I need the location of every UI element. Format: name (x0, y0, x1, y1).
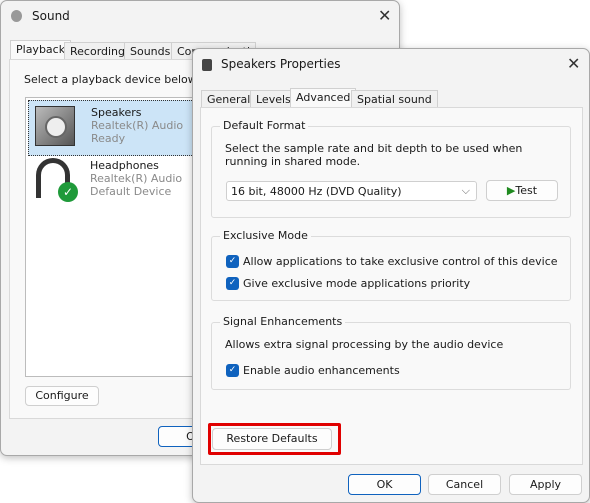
window-title: Speakers Properties (221, 57, 341, 71)
default-check-icon: ✓ (58, 182, 78, 202)
checkbox-checked-icon: ✓ (226, 364, 239, 377)
advanced-panel: Default Format Select the sample rate an… (200, 107, 583, 465)
device-status: Ready (91, 132, 126, 145)
checkbox-checked-icon: ✓ (226, 255, 239, 268)
checkbox-label: Enable audio enhancements (243, 364, 400, 377)
exclusive-priority-checkbox[interactable]: ✓ Give exclusive mode applications priori… (226, 277, 470, 290)
speaker-icon (35, 106, 75, 146)
speaker-app-icon (202, 59, 212, 71)
tab-general[interactable]: General (201, 90, 257, 107)
cancel-button[interactable]: Cancel (428, 474, 501, 495)
tab-sounds[interactable]: Sounds (124, 42, 177, 59)
checkbox-checked-icon: ✓ (226, 277, 239, 290)
group-label: Signal Enhancements (220, 315, 346, 328)
device-driver: Realtek(R) Audio (91, 119, 184, 132)
configure-button[interactable]: Configure (25, 386, 99, 406)
sound-app-icon (11, 10, 22, 22)
format-description: Select the sample rate and bit depth to … (225, 142, 523, 168)
ok-button[interactable]: OK (348, 474, 421, 495)
test-label: Test (515, 184, 538, 197)
checkbox-label: Give exclusive mode applications priorit… (243, 277, 471, 290)
format-value: 16 bit, 48000 Hz (DVD Quality) (231, 185, 402, 198)
format-dropdown[interactable]: 16 bit, 48000 Hz (DVD Quality) ⌵ (226, 181, 477, 201)
speakers-properties-window: Speakers Properties ✕ General Levels Adv… (192, 48, 590, 503)
tab-playback[interactable]: Playback (10, 40, 72, 60)
close-button[interactable]: ✕ (378, 6, 391, 25)
exclusive-mode-group: Exclusive Mode ✓ Allow applications to ta… (211, 229, 571, 301)
tab-spatial-sound[interactable]: Spatial sound (351, 90, 438, 107)
close-button[interactable]: ✕ (567, 54, 580, 73)
tab-recording[interactable]: Recording (64, 42, 132, 59)
chevron-down-icon: ⌵ (461, 184, 470, 197)
device-name: Speakers (91, 106, 142, 119)
device-driver: Realtek(R) Audio (90, 172, 183, 185)
allow-exclusive-checkbox[interactable]: ✓ Allow applications to take exclusive co… (226, 255, 558, 268)
group-label: Exclusive Mode (220, 229, 311, 242)
test-button[interactable]: ▶Test (486, 180, 558, 201)
apply-button[interactable]: Apply (509, 474, 582, 495)
device-name: Headphones (90, 159, 159, 172)
default-format-group: Default Format Select the sample rate an… (211, 119, 571, 218)
window-title: Sound (32, 9, 70, 23)
checkbox-label: Allow applications to take exclusive con… (243, 255, 558, 268)
group-label: Default Format (220, 119, 309, 132)
restore-defaults-button[interactable]: Restore Defaults (212, 428, 332, 450)
signal-description: Allows extra signal processing by the au… (225, 338, 504, 351)
tab-advanced[interactable]: Advanced (290, 88, 357, 108)
enable-enhancements-checkbox[interactable]: ✓ Enable audio enhancements (226, 364, 400, 377)
signal-enhancements-group: Signal Enhancements Allows extra signal … (211, 315, 571, 390)
device-status: Default Device (90, 185, 172, 198)
